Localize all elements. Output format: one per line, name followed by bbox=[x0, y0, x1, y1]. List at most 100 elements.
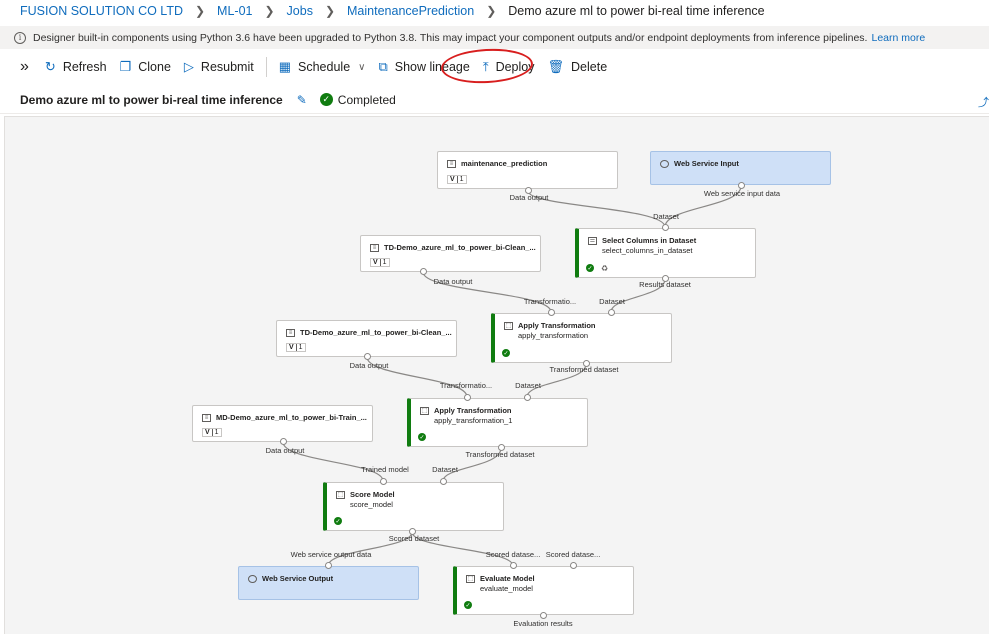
node-subtitle: apply_transformation_1 bbox=[434, 416, 513, 425]
node-title: TD-Demo_azure_ml_to_power_bi-Clean_... bbox=[384, 243, 536, 252]
show-lineage-label: Show lineage bbox=[394, 60, 470, 74]
breadcrumb-experiment[interactable]: MaintenancePrediction bbox=[347, 4, 474, 18]
port[interactable] bbox=[464, 394, 471, 401]
node-td-clean-2[interactable]: ≡ TD-Demo_azure_ml_to_power_bi-Clean_... … bbox=[276, 320, 457, 357]
refresh-label: Refresh bbox=[62, 60, 107, 74]
port[interactable] bbox=[548, 309, 555, 316]
node-title: Apply Transformation bbox=[434, 406, 512, 415]
port[interactable] bbox=[738, 182, 745, 189]
node-td-clean-1[interactable]: ≡ TD-Demo_azure_ml_to_power_bi-Clean_... … bbox=[360, 235, 541, 272]
port-label: Transformed dataset bbox=[465, 450, 535, 459]
node-apply-transformation[interactable]: ⬚ Apply Transformation apply_transformati… bbox=[491, 313, 672, 363]
version-badge: V1 bbox=[202, 428, 222, 437]
node-subtitle: score_model bbox=[350, 500, 393, 509]
node-apply-transformation-1[interactable]: ⬚ Apply Transformation apply_transformati… bbox=[407, 398, 588, 447]
play-icon: ▷ bbox=[183, 59, 194, 74]
resubmit-label: Resubmit bbox=[200, 60, 254, 74]
version-badge: V1 bbox=[447, 175, 467, 184]
node-title: Score Model bbox=[350, 490, 395, 499]
port-label: Dataset bbox=[653, 212, 679, 221]
node-title: Evaluate Model bbox=[480, 574, 535, 583]
clone-button[interactable]: ❐ Clone bbox=[120, 54, 171, 80]
port-label: Trained model bbox=[361, 465, 409, 474]
toolbar: » ↻ Refresh ❐ Clone ▷ Resubmit ▦ Schedul… bbox=[0, 53, 989, 81]
port-label: Data output bbox=[265, 446, 305, 455]
deploy-label: Deploy bbox=[495, 60, 535, 74]
port[interactable] bbox=[280, 438, 287, 445]
notice-text: Designer built-in components using Pytho… bbox=[33, 31, 868, 44]
port-label: Scored dataset bbox=[388, 534, 440, 543]
refresh-button[interactable]: ↻ Refresh bbox=[45, 54, 107, 80]
port-label: Scored datase... bbox=[485, 550, 541, 559]
success-icon: ✓ bbox=[418, 433, 426, 441]
model-icon: ⬚ bbox=[336, 490, 345, 499]
node-title: Web Service Input bbox=[674, 159, 739, 168]
clone-label: Clone bbox=[138, 60, 171, 74]
pipeline-canvas[interactable]: ≡ maintenance_prediction V1 Web Service I… bbox=[4, 116, 989, 634]
node-maintenance-prediction[interactable]: ≡ maintenance_prediction V1 bbox=[437, 151, 618, 189]
port[interactable] bbox=[570, 562, 577, 569]
node-select-columns[interactable]: ☰ Select Columns in Dataset select_column… bbox=[575, 228, 756, 278]
node-md-train[interactable]: ≡ MD-Demo_azure_ml_to_power_bi-Train_... … bbox=[192, 405, 373, 442]
upgrade-notice: i Designer built-in components using Pyt… bbox=[0, 26, 989, 49]
chevron-down-icon: ∨ bbox=[358, 61, 366, 73]
node-title: Apply Transformation bbox=[518, 321, 596, 330]
node-web-service-input[interactable]: Web Service Input bbox=[650, 151, 831, 185]
dataset-icon: ≡ bbox=[286, 328, 295, 337]
port-label: Dataset bbox=[515, 381, 541, 390]
evaluate-icon: ⬚ bbox=[466, 574, 475, 583]
deploy-button[interactable]: ⤒ Deploy bbox=[483, 54, 535, 80]
breadcrumb: FUSION SOLUTION CO LTD ❯ ML-01 ❯ Jobs ❯ … bbox=[0, 0, 989, 22]
success-icon: ✓ bbox=[334, 517, 342, 525]
port[interactable] bbox=[364, 353, 371, 360]
delete-button[interactable]: 🗑︎ Delete bbox=[548, 54, 608, 80]
node-title: Web Service Output bbox=[262, 574, 334, 583]
port[interactable] bbox=[524, 394, 531, 401]
node-score-model[interactable]: ⬚ Score Model score_model ✓ bbox=[323, 482, 504, 531]
schedule-button[interactable]: ▦ Schedule ∨ bbox=[279, 54, 366, 80]
port[interactable] bbox=[380, 478, 387, 485]
port[interactable] bbox=[608, 309, 615, 316]
edit-icon[interactable]: ✎ bbox=[297, 93, 307, 107]
version-number: 1 bbox=[382, 259, 387, 266]
port-label: Evaluation results bbox=[513, 619, 573, 628]
toolbar-divider bbox=[265, 57, 267, 77]
job-header: Demo azure ml to power bi-real time infe… bbox=[0, 86, 989, 114]
delete-label: Delete bbox=[571, 60, 608, 74]
port[interactable] bbox=[662, 224, 669, 231]
refresh-icon: ↻ bbox=[44, 59, 56, 74]
port[interactable] bbox=[440, 478, 447, 485]
chevron-right-icon: ❯ bbox=[486, 4, 497, 18]
page-title: Demo azure ml to power bi-real time infe… bbox=[20, 92, 283, 107]
port-label: Data output bbox=[509, 193, 549, 202]
node-web-service-output[interactable]: Web Service Output bbox=[238, 566, 419, 600]
calendar-icon: ▦ bbox=[278, 59, 292, 74]
learn-more-link[interactable]: Learn more bbox=[871, 32, 925, 44]
double-chevron-right-icon: » bbox=[20, 58, 29, 75]
chevron-right-icon: ❯ bbox=[194, 4, 206, 18]
recycle-icon: ♻︎ bbox=[601, 264, 609, 273]
breadcrumb-workspace[interactable]: FUSION SOLUTION CO LTD bbox=[20, 4, 183, 18]
breadcrumb-jobs[interactable]: Jobs bbox=[287, 4, 313, 18]
resubmit-button[interactable]: ▷ Resubmit bbox=[184, 54, 254, 80]
show-lineage-button[interactable]: ⧉ Show lineage bbox=[378, 54, 469, 80]
info-icon: i bbox=[14, 31, 26, 44]
port[interactable] bbox=[420, 268, 427, 275]
trash-icon: 🗑︎ bbox=[547, 59, 565, 74]
expand-button[interactable]: » bbox=[20, 54, 29, 80]
version-badge: V1 bbox=[370, 258, 390, 267]
breadcrumb-ml-01[interactable]: ML-01 bbox=[217, 4, 252, 18]
port[interactable] bbox=[510, 562, 517, 569]
chevron-right-icon: ❯ bbox=[264, 4, 275, 18]
lineage-icon: ⧉ bbox=[378, 59, 388, 74]
chart-icon[interactable]: ⤴ bbox=[978, 94, 989, 110]
module-icon: ☰ bbox=[588, 236, 597, 245]
port-label: Scored datase... bbox=[545, 550, 601, 559]
port[interactable] bbox=[325, 562, 332, 569]
status-text: Completed bbox=[337, 92, 396, 107]
chevron-right-icon: ❯ bbox=[324, 4, 336, 18]
schedule-label: Schedule bbox=[298, 60, 351, 74]
node-evaluate-model[interactable]: ⬚ Evaluate Model evaluate_model ✓ bbox=[453, 566, 634, 615]
port[interactable] bbox=[540, 612, 547, 619]
check-circle-icon: ✓ bbox=[319, 93, 333, 106]
